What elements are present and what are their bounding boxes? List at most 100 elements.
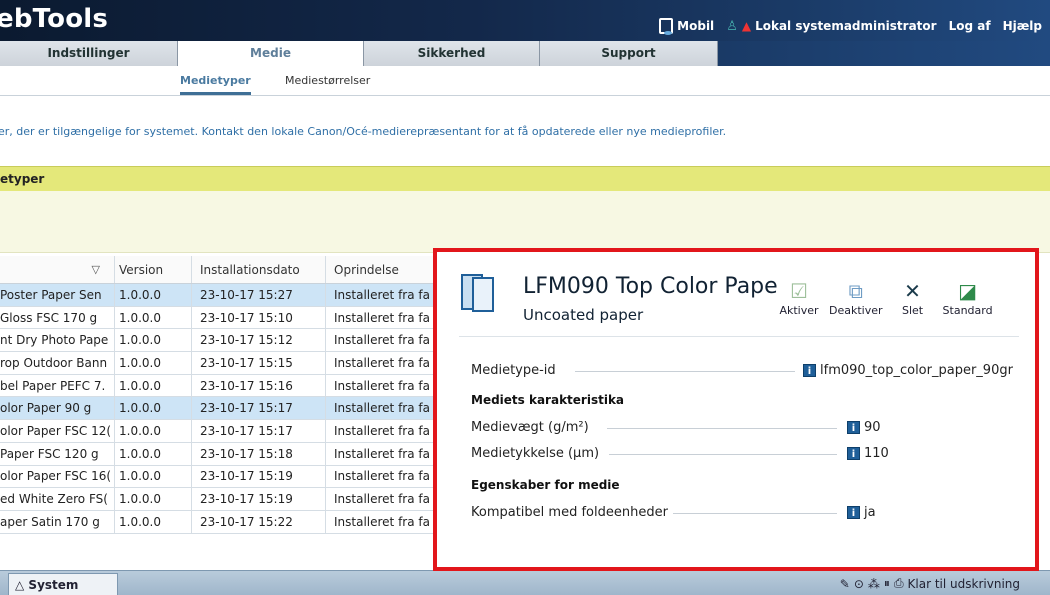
cell-version: 1.0.0.0 bbox=[115, 465, 192, 488]
table-row[interactable]: bel Paper PEFC 7. 1.0.0.0 23-10-17 15:16 In… bbox=[0, 374, 440, 398]
people-icon: ⁂ bbox=[867, 576, 880, 591]
panel-header: etyper bbox=[0, 166, 1050, 191]
deactivate-button[interactable]: ⧉ Deaktiver bbox=[829, 278, 883, 317]
table-row[interactable]: Paper FSC 120 g 1.0.0.0 23-10-17 15:18 Inst… bbox=[0, 442, 440, 466]
thickness-label: Medietykkelse (µm) bbox=[471, 446, 600, 461]
info-icon[interactable]: i bbox=[847, 447, 860, 460]
tab-support[interactable]: Support bbox=[540, 41, 718, 66]
info-icon[interactable]: i bbox=[803, 364, 816, 377]
sub-tabs: Medietyper Mediestørrelser bbox=[0, 66, 1050, 96]
thickness-text: 110 bbox=[864, 446, 889, 461]
deactivate-label: Deaktiver bbox=[829, 304, 883, 317]
column-header-name[interactable]: ▽ bbox=[0, 256, 115, 283]
top-links: Mobil ♙ ▲ Lokal systemadministrator Log … bbox=[659, 18, 1042, 35]
cell-date: 23-10-17 15:10 bbox=[192, 306, 326, 329]
cell-date: 23-10-17 15:17 bbox=[192, 397, 326, 420]
mobile-label: Mobil bbox=[677, 19, 715, 33]
cell-name: bel Paper PEFC 7. bbox=[0, 374, 115, 397]
default-check-icon: ◪ bbox=[958, 279, 977, 303]
column-header-version[interactable]: Version bbox=[115, 256, 192, 283]
cell-date: 23-10-17 15:12 bbox=[192, 329, 326, 352]
system-tab-label: System bbox=[28, 578, 79, 592]
weight-value: i 90 bbox=[847, 420, 881, 435]
info-icon[interactable]: i bbox=[847, 421, 860, 434]
pause-icon: ⏸ bbox=[883, 576, 890, 590]
section-characteristics: Mediets karakteristika bbox=[471, 393, 625, 407]
cell-name: Poster Paper Sen bbox=[0, 284, 115, 306]
cell-version: 1.0.0.0 bbox=[115, 284, 192, 306]
cell-version: 1.0.0.0 bbox=[115, 329, 192, 352]
close-icon: ✕ bbox=[904, 279, 921, 303]
help-link[interactable]: Hjælp bbox=[1003, 19, 1042, 33]
cell-name: olor Paper FSC 12( bbox=[0, 420, 115, 442]
media-table: ▽ Version Installationsdato Oprindelse P… bbox=[0, 256, 440, 534]
subtab-medietyper[interactable]: Medietyper bbox=[180, 74, 251, 95]
cell-name: aper Satin 170 g bbox=[0, 510, 115, 533]
cell-version: 1.0.0.0 bbox=[115, 374, 192, 397]
logout-link[interactable]: Log af bbox=[949, 19, 991, 33]
cell-date: 23-10-17 15:15 bbox=[192, 352, 326, 374]
subtab-mediestorrelser[interactable]: Mediestørrelser bbox=[285, 74, 370, 87]
cell-date: 23-10-17 15:27 bbox=[192, 284, 326, 306]
tab-indstillinger[interactable]: Indstillinger bbox=[0, 41, 178, 66]
cell-version: 1.0.0.0 bbox=[115, 488, 192, 510]
cell-version: 1.0.0.0 bbox=[115, 510, 192, 533]
printer-icon: ⎙ bbox=[893, 576, 904, 590]
activate-button[interactable]: ☑ Aktiver bbox=[779, 278, 819, 317]
weight-leader bbox=[607, 428, 837, 429]
mobile-link[interactable]: Mobil bbox=[659, 18, 715, 35]
info-icon[interactable]: i bbox=[847, 506, 860, 519]
folder-label: Kompatibel med foldeenheder bbox=[471, 505, 668, 520]
triangle-up-icon: △ bbox=[15, 578, 25, 592]
tab-medie[interactable]: Medie bbox=[178, 41, 364, 66]
user-label: Lokal systemadministrator bbox=[755, 19, 937, 33]
weight-text: 90 bbox=[864, 420, 881, 435]
delete-button[interactable]: ✕ Slet bbox=[893, 278, 933, 317]
cell-date: 23-10-17 15:18 bbox=[192, 442, 326, 465]
table-row[interactable]: rop Outdoor Bann 1.0.0.0 23-10-17 15:15 Ins… bbox=[0, 352, 440, 375]
default-button[interactable]: ◪ Standard bbox=[943, 278, 993, 317]
media-detail-popup: LFM090 Top Color Pape Uncoated paper ☑ A… bbox=[433, 248, 1039, 571]
cell-version: 1.0.0.0 bbox=[115, 306, 192, 329]
media-id-value: i lfm090_top_color_paper_90gr bbox=[803, 363, 1013, 378]
table-header: ▽ Version Installationsdato Oprindelse bbox=[0, 256, 440, 284]
table-row[interactable]: aper Satin 170 g 1.0.0.0 23-10-17 15:22 Ins… bbox=[0, 510, 440, 534]
user-link[interactable]: ♙ ▲ Lokal systemadministrator bbox=[726, 19, 936, 34]
activate-label: Aktiver bbox=[779, 304, 819, 317]
table-row[interactable]: Poster Paper Sen 1.0.0.0 23-10-17 15:27 Ins… bbox=[0, 284, 440, 307]
checkbox-check-icon: ☑ bbox=[790, 279, 808, 303]
cell-name: ed White Zero FS( bbox=[0, 488, 115, 510]
cell-date: 23-10-17 15:16 bbox=[192, 374, 326, 397]
status-text: Klar til udskrivning bbox=[907, 576, 1020, 591]
printer-status[interactable]: ✎ ⊙ ⁂ ⏸ ⎙ Klar til udskrivning bbox=[840, 576, 1020, 591]
brand-title: ebTools bbox=[0, 4, 109, 34]
mobile-icon bbox=[659, 18, 674, 35]
table-row[interactable]: olor Paper FSC 12(1.0.0.0 23-10-17 15:17 I… bbox=[0, 420, 440, 443]
cell-name: olor Paper FSC 16( bbox=[0, 465, 115, 488]
column-header-date[interactable]: Installationsdato bbox=[192, 256, 326, 283]
cell-name: olor Paper 90 g bbox=[0, 397, 115, 420]
weight-label: Medievægt (g/m²) bbox=[471, 420, 589, 435]
delete-label: Slet bbox=[901, 304, 924, 317]
table-row[interactable]: nt Dry Photo Pape 1.0.0.0 23-10-17 15:12 In… bbox=[0, 329, 440, 353]
media-id-text: lfm090_top_color_paper_90gr bbox=[820, 363, 1013, 378]
thickness-value: i 110 bbox=[847, 446, 889, 461]
popup-divider bbox=[459, 336, 1019, 337]
main-tabs: Indstillinger Medie Sikkerhed Support bbox=[0, 41, 718, 66]
popup-actions: ☑ Aktiver ⧉ Deaktiver ✕ Slet ◪ Standard bbox=[779, 278, 993, 317]
disc-icon: ⊙ bbox=[853, 576, 864, 591]
cell-date: 23-10-17 15:19 bbox=[192, 488, 326, 510]
thickness-leader bbox=[609, 454, 837, 455]
table-row[interactable]: ed White Zero FS(1.0.0.0 23-10-17 15:19 In… bbox=[0, 488, 440, 511]
cell-date: 23-10-17 15:17 bbox=[192, 420, 326, 442]
table-rows: Poster Paper Sen 1.0.0.0 23-10-17 15:27 Ins… bbox=[0, 284, 440, 534]
popup-subtitle: Uncoated paper bbox=[523, 306, 644, 324]
folder-text: ja bbox=[864, 505, 876, 520]
top-bar: ebTools Mobil ♙ ▲ Lokal systemadministra… bbox=[0, 0, 1050, 41]
table-row[interactable]: olor Paper 90 g 1.0.0.0 23-10-17 15:17 Inst… bbox=[0, 397, 440, 421]
tab-sikkerhed[interactable]: Sikkerhed bbox=[364, 41, 540, 66]
webtools-page: ebTools Mobil ♙ ▲ Lokal systemadministra… bbox=[0, 0, 1050, 595]
table-row[interactable]: olor Paper FSC 16(1.0.0.0 23-10-17 15:19 I… bbox=[0, 465, 440, 489]
system-tab[interactable]: △ System bbox=[8, 573, 118, 595]
table-row[interactable]: Gloss FSC 170 g 1.0.0.0 23-10-17 15:10 Inst… bbox=[0, 306, 440, 330]
